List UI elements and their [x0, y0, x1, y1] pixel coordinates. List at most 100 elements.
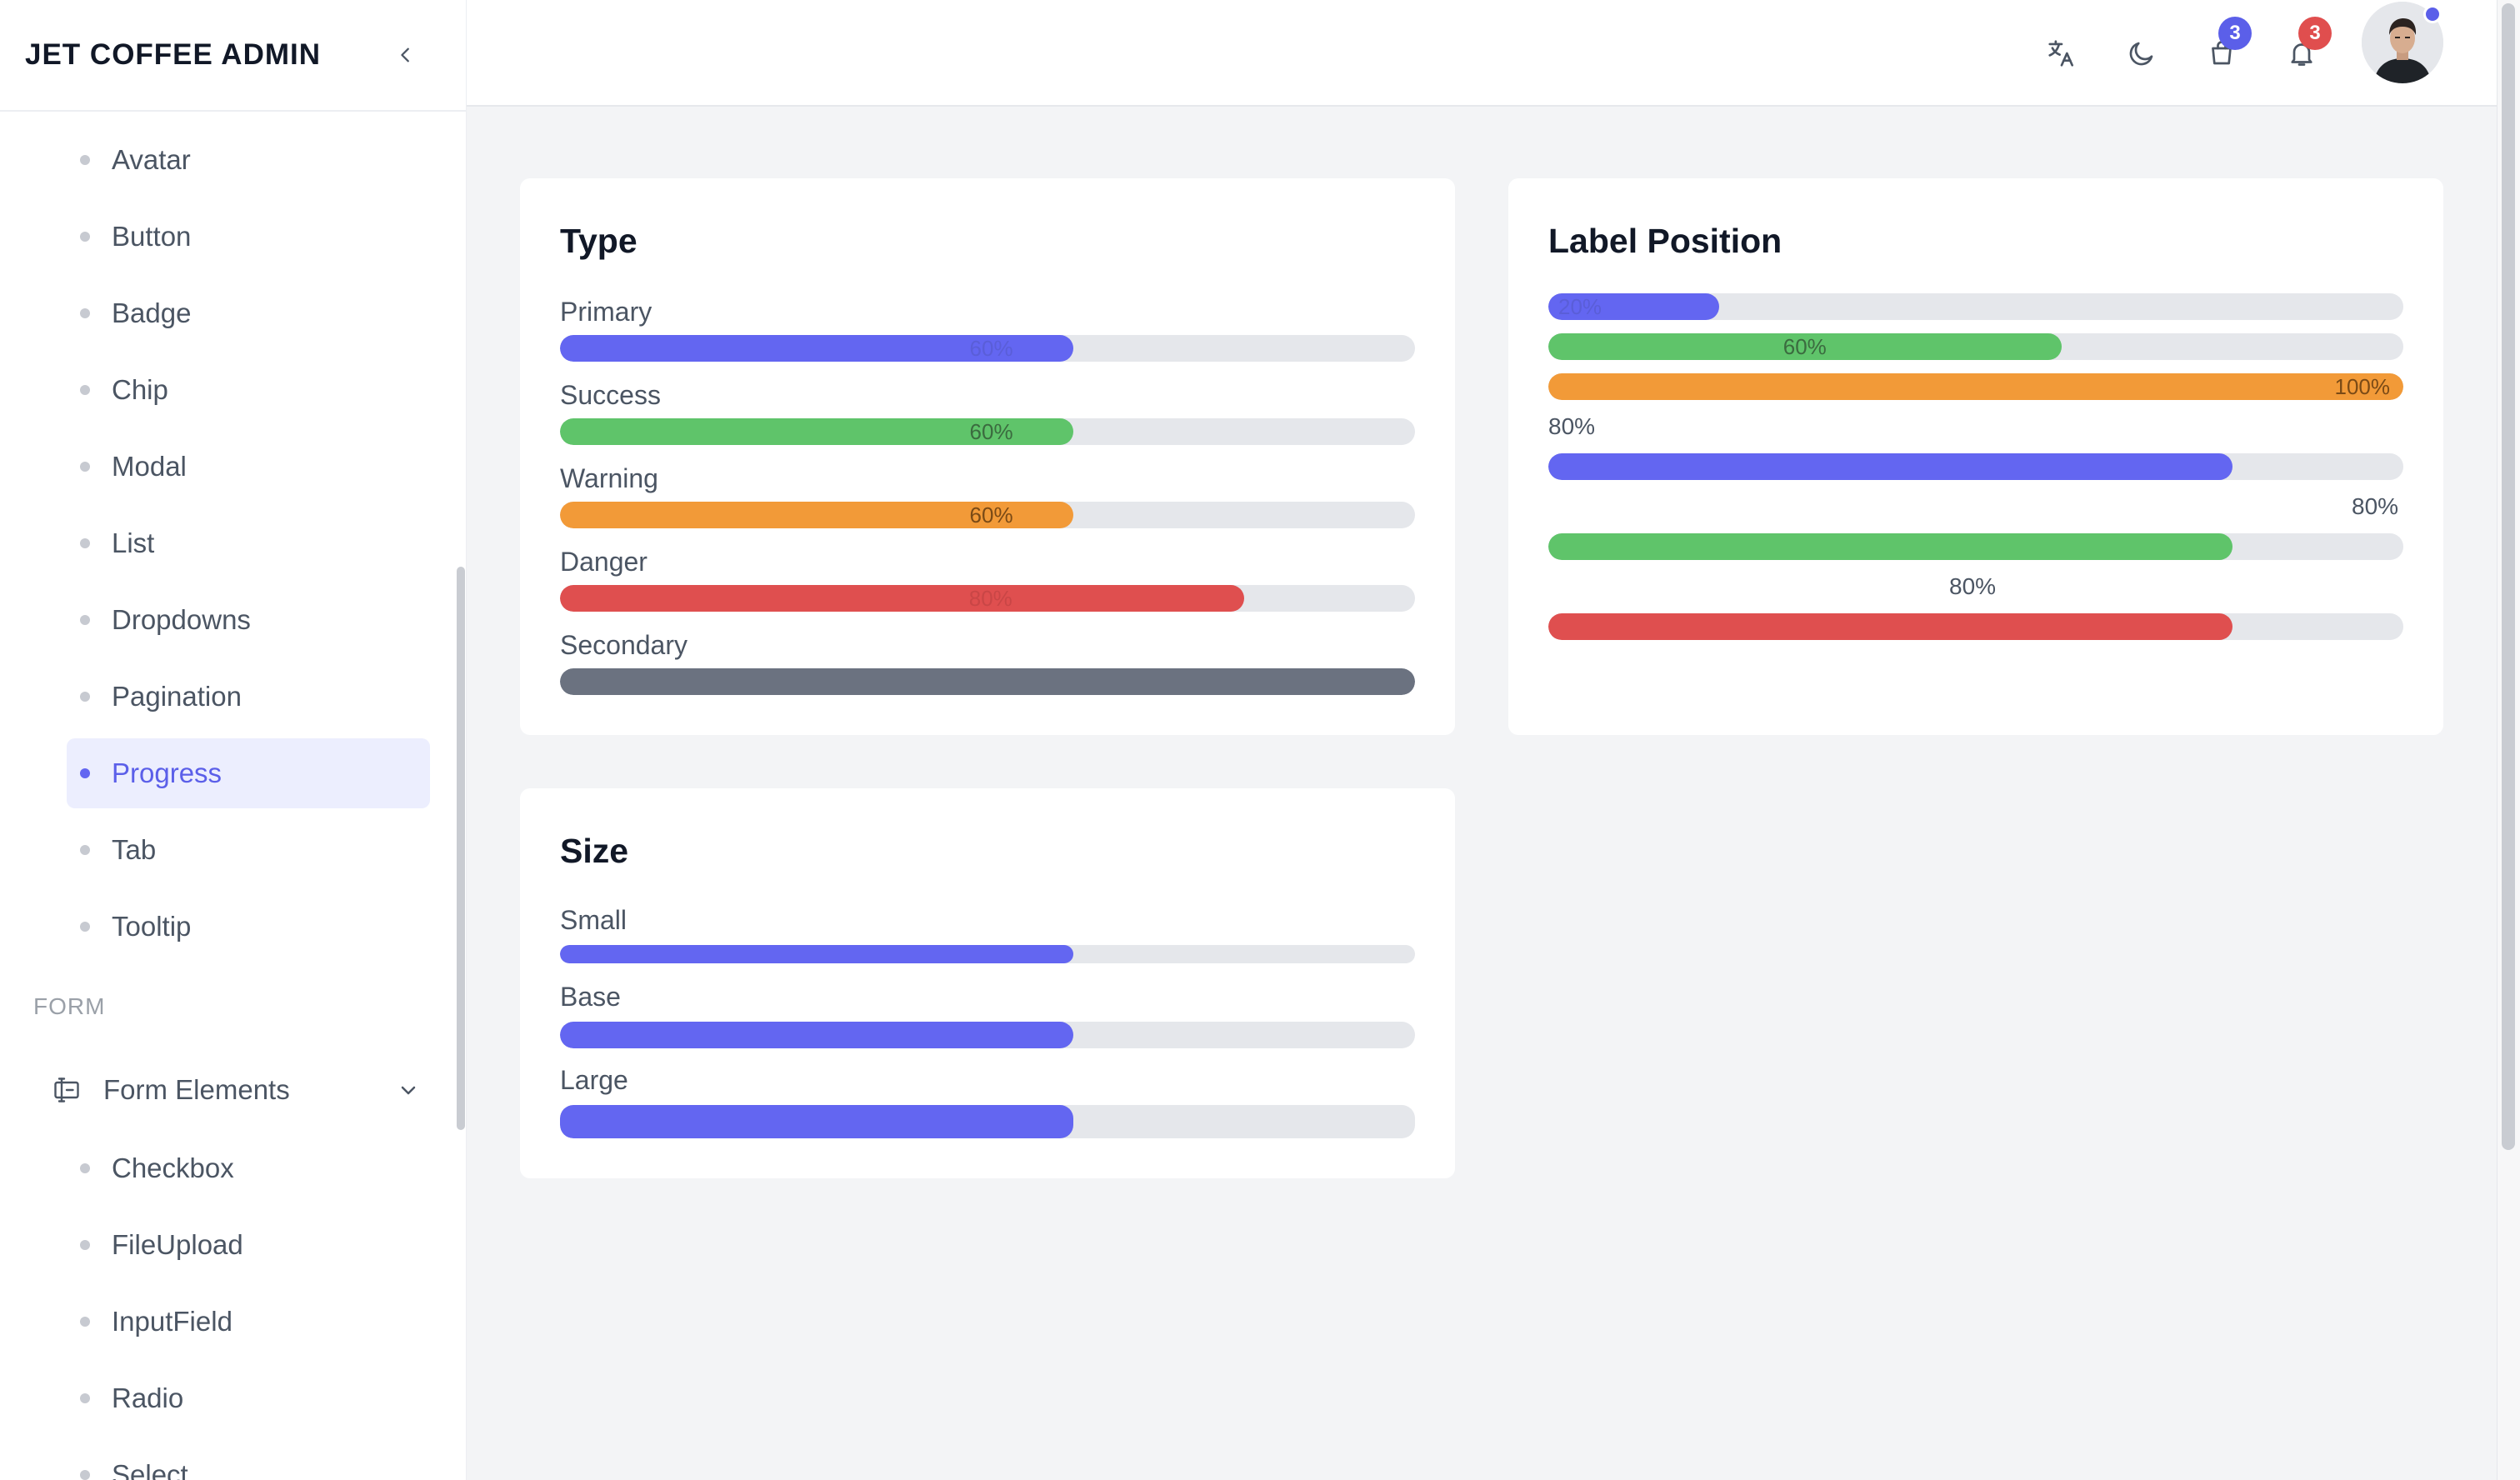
online-status-dot	[2423, 5, 2442, 23]
sidebar-item-label: Radio	[112, 1382, 184, 1413]
sidebar-header: JET COFFEE ADMIN	[0, 0, 466, 112]
page-scrollbar[interactable]	[2497, 0, 2520, 1480]
progress-track	[1548, 453, 2403, 480]
form-elements-icon	[54, 1078, 79, 1102]
sidebar-item-checkbox[interactable]: Checkbox	[67, 1133, 430, 1203]
chevron-down-icon	[401, 1086, 416, 1095]
sidebar-item-select[interactable]: Select	[67, 1440, 430, 1480]
progress-fill-success	[1548, 533, 2232, 560]
section-title-form: FORM	[33, 993, 106, 1019]
sidebar-item-label: Dropdowns	[112, 604, 251, 635]
sidebar-item-fileupload[interactable]: FileUpload	[67, 1210, 430, 1280]
progress-track: 60%	[560, 502, 1415, 528]
sidebar-item-list[interactable]: List	[67, 508, 430, 578]
sidebar-item-tooltip[interactable]: Tooltip	[67, 892, 430, 962]
progress-fill-base	[560, 1022, 1073, 1048]
progress-value: 60%	[969, 335, 1013, 361]
sidebar-item-label: Select	[112, 1459, 188, 1480]
progress-track-large	[560, 1105, 1415, 1138]
sidebar-item-dropdowns[interactable]: Dropdowns	[67, 585, 430, 655]
sidebar-item-chip[interactable]: Chip	[67, 355, 430, 425]
sidebar-item-label: Avatar	[112, 144, 191, 175]
sidebar-item-badge[interactable]: Badge	[67, 278, 430, 348]
bullet-icon	[80, 1240, 90, 1250]
sidebar-item-button[interactable]: Button	[67, 202, 430, 272]
progress-fill-secondary	[560, 668, 1415, 695]
progress-value: 60%	[1782, 333, 1827, 359]
progress-track-small	[560, 945, 1415, 963]
sidebar-item-label: Tooltip	[112, 911, 192, 942]
bullet-icon	[80, 308, 90, 318]
bullet-icon	[80, 1163, 90, 1173]
sidebar-item-label: Button	[112, 221, 192, 252]
sidebar-item-inputfield[interactable]: InputField	[67, 1287, 430, 1357]
sidebar-item-label: Progress	[112, 758, 222, 788]
progress-fill-primary	[1548, 453, 2232, 480]
type-card: Type Primary 60% Success 60% Warning 60%…	[520, 178, 1455, 735]
progress-track	[560, 668, 1415, 695]
bullet-icon	[80, 1317, 90, 1327]
sidebar-item-label: Checkbox	[112, 1152, 234, 1183]
size-card: Size Small Base Large	[520, 788, 1455, 1178]
sidebar-item-progress[interactable]: Progress	[67, 738, 430, 808]
cart-button[interactable]: 3	[2197, 17, 2252, 78]
bullet-icon	[80, 615, 90, 625]
progress-label-small: Small	[560, 905, 628, 935]
notification-badge: 3	[2298, 17, 2332, 50]
progress-label-base: Base	[560, 982, 621, 1012]
sidebar-item-radio[interactable]: Radio	[67, 1363, 430, 1433]
progress-label-secondary: Secondary	[560, 630, 688, 660]
progress-label-warning: Warning	[560, 463, 658, 493]
bullet-icon	[80, 1393, 90, 1403]
bullet-icon	[80, 462, 90, 472]
sidebar-item-modal[interactable]: Modal	[67, 432, 430, 502]
sidebar-item-avatar[interactable]: Avatar	[67, 125, 430, 195]
progress-track	[1548, 533, 2403, 560]
progress-fill-danger	[1548, 613, 2232, 640]
card-title: Label Position	[1548, 222, 1782, 260]
moon-icon	[2129, 42, 2153, 66]
translate-button[interactable]	[2037, 28, 2087, 78]
progress-fill-success: 60%	[560, 418, 1073, 445]
bullet-icon	[80, 232, 90, 242]
chevron-left-icon	[401, 48, 409, 62]
sidebar-item-pagination[interactable]: Pagination	[67, 662, 430, 732]
sidebar-group-label: Form Elements	[103, 1074, 290, 1105]
progress-label-danger: Danger	[560, 547, 648, 577]
card-title: Size	[560, 832, 629, 870]
bullet-icon	[80, 768, 90, 778]
progress-fill-primary: 60%	[560, 335, 1073, 362]
progress-value: 60%	[969, 502, 1013, 528]
progress-label-large: Large	[560, 1065, 628, 1095]
progress-value: 100%	[2334, 373, 2391, 399]
notifications-button[interactable]: 3	[2277, 17, 2332, 78]
progress-value: 60%	[969, 418, 1013, 444]
sidebar-scrollbar[interactable]	[457, 567, 465, 1130]
bullet-icon	[80, 538, 90, 548]
progress-fill-primary: 20%	[1548, 293, 1720, 320]
progress-track: 20%	[1548, 293, 2403, 320]
progress-track	[1548, 613, 2403, 640]
progress-fill-danger: 80%	[560, 585, 1244, 612]
progress-fill-warning: 60%	[560, 502, 1073, 528]
page-scrollbar-thumb[interactable]	[2502, 3, 2515, 1150]
progress-label-primary: Primary	[560, 297, 652, 327]
sidebar-group-form-elements[interactable]: Form Elements	[52, 1055, 418, 1125]
bullet-icon	[80, 692, 90, 702]
progress-track: 80%	[560, 585, 1415, 612]
progress-track: 100%	[1548, 373, 2403, 400]
sidebar-item-tab[interactable]: Tab	[67, 815, 430, 885]
progress-value-top-right: 80%	[2352, 493, 2399, 519]
dark-mode-toggle[interactable]	[2117, 28, 2167, 78]
progress-fill-success: 60%	[1548, 333, 2062, 360]
progress-track: 60%	[560, 335, 1415, 362]
bullet-icon	[80, 385, 90, 395]
label-position-card: Label Position 20% 60% 100% 80% 80% 80%	[1508, 178, 2443, 735]
progress-track: 60%	[560, 418, 1415, 445]
progress-label-success: Success	[560, 380, 661, 410]
collapse-sidebar-button[interactable]	[389, 38, 422, 72]
progress-track-base	[560, 1022, 1415, 1048]
bullet-icon	[80, 1470, 90, 1480]
progress-value: 80%	[968, 585, 1012, 611]
progress-value: 20%	[1558, 293, 1602, 319]
